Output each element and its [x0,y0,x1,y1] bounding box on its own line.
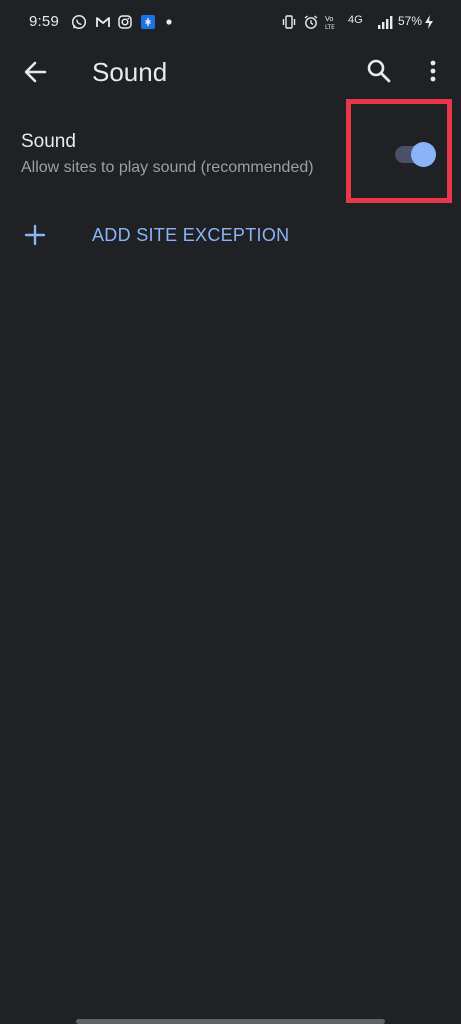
add-site-exception-button[interactable]: ADD SITE EXCEPTION [0,212,461,260]
setting-summary: Allow sites to play sound (recommended) [21,159,314,176]
back-arrow-icon [24,61,47,83]
gesture-navigation-bar[interactable] [76,1019,385,1024]
signal-icon [378,16,393,29]
instagram-icon [118,15,132,29]
gmail-icon [96,17,110,27]
more-vert-icon [430,60,436,82]
more-options-button[interactable] [418,54,448,88]
battery-percent: 57% [398,14,423,28]
status-time: 9:59 [29,13,59,30]
network-4g-icon: 4G [348,14,363,26]
back-button[interactable] [18,56,54,88]
page-title: Sound [92,57,168,87]
svg-text:LTE: LTE [325,24,335,30]
notification-dot-icon [166,19,172,25]
setting-title: Sound [21,131,76,152]
search-icon [367,59,391,83]
volte-icon: Vo LTE [325,15,335,30]
vibrate-icon [282,15,296,29]
svg-text:Vo: Vo [325,15,334,23]
plus-icon [24,224,46,246]
app-notification-icon [141,15,155,29]
whatsapp-icon [71,14,87,30]
add-site-exception-label: ADD SITE EXCEPTION [92,225,290,245]
highlight-annotation [346,99,452,203]
app-bar: Sound [0,44,461,100]
alarm-icon [304,15,318,29]
search-button[interactable] [362,54,396,88]
status-bar: 9:59 Vo LTE 4G 57% [0,0,461,44]
charging-icon [425,15,433,29]
